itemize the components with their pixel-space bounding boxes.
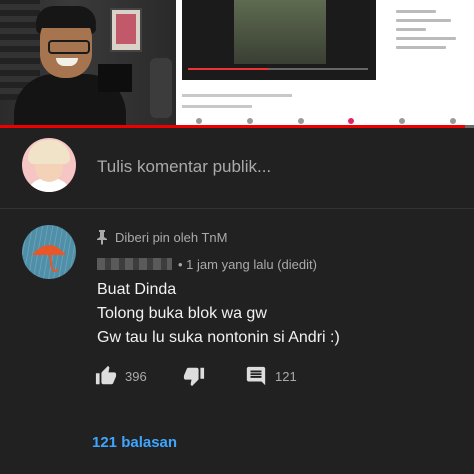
pinned-label: Diberi pin oleh TnM bbox=[115, 229, 228, 245]
comment-icon bbox=[246, 366, 266, 386]
reply-button[interactable]: 121 bbox=[245, 364, 297, 388]
view-replies-link[interactable]: 121 balasan bbox=[92, 434, 177, 451]
comment-actions: 396 121 bbox=[95, 364, 425, 388]
pinned-indicator: Diberi pin oleh TnM bbox=[95, 228, 227, 246]
wall-picture bbox=[110, 8, 142, 52]
thumb-down-icon bbox=[183, 367, 205, 387]
comment-line: Buat Dinda bbox=[97, 281, 177, 298]
commenter-avatar[interactable] bbox=[22, 225, 76, 279]
comment-thread: Diberi pin oleh TnM • 1 jam yang lalu (d… bbox=[0, 208, 474, 474]
comment-input[interactable] bbox=[97, 154, 437, 180]
timestamp-separator: • bbox=[178, 256, 187, 272]
like-count: 396 bbox=[125, 368, 147, 384]
comment-line: Gw tau lu suka nontonin si Andri :) bbox=[97, 329, 340, 346]
comment-text: Buat Dinda Tolong buka blok wa gw Gw tau… bbox=[97, 278, 457, 350]
add-comment-row bbox=[0, 128, 474, 209]
like-button[interactable]: 396 bbox=[95, 364, 147, 388]
comment-line: Tolong buka blok wa gw bbox=[97, 305, 267, 322]
avatar[interactable] bbox=[22, 138, 76, 192]
author-name-redacted[interactable] bbox=[97, 258, 172, 270]
video-player[interactable] bbox=[0, 0, 474, 128]
thumb-up-icon bbox=[95, 365, 117, 385]
embedded-video bbox=[182, 0, 376, 80]
webcam-overlay bbox=[0, 0, 176, 128]
comment-timestamp[interactable]: 1 jam yang lalu (diedit) bbox=[186, 257, 317, 272]
glasses bbox=[48, 40, 90, 54]
dislike-button[interactable] bbox=[183, 364, 213, 388]
screen-capture bbox=[176, 0, 474, 128]
reply-count: 121 bbox=[275, 368, 297, 384]
comment-header: • 1 jam yang lalu (diedit) bbox=[97, 255, 317, 273]
microphone bbox=[150, 58, 172, 118]
pin-icon bbox=[95, 229, 109, 245]
